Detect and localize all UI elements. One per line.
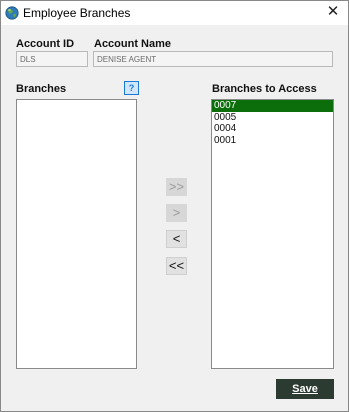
- title-bar: Employee Branches ✕: [1, 1, 348, 25]
- account-name-field[interactable]: DENISE AGENT: [93, 51, 333, 67]
- list-item[interactable]: 0005: [212, 112, 333, 124]
- move-all-left-button[interactable]: <<: [166, 257, 187, 275]
- branches-to-access-label: Branches to Access: [212, 83, 317, 95]
- close-button[interactable]: ✕: [324, 3, 342, 21]
- window-title: Employee Branches: [23, 6, 131, 20]
- branches-list[interactable]: [16, 99, 137, 369]
- help-icon[interactable]: ?: [124, 81, 139, 95]
- employee-branches-dialog: Employee Branches ✕ Account ID DLS Accou…: [0, 0, 349, 412]
- save-label: Save: [292, 383, 318, 395]
- list-item[interactable]: 0007: [212, 100, 333, 112]
- branches-label: Branches: [16, 83, 67, 95]
- move-all-right-button[interactable]: >>: [166, 178, 187, 196]
- save-button[interactable]: Save: [276, 379, 334, 399]
- globe-icon: [5, 6, 19, 20]
- list-item[interactable]: 0004: [212, 123, 333, 135]
- list-item[interactable]: 0001: [212, 135, 333, 147]
- account-id-label: Account ID: [16, 38, 75, 50]
- account-name-label: Account Name: [94, 38, 172, 50]
- account-id-field[interactable]: DLS: [16, 51, 88, 67]
- branches-to-access-list[interactable]: 0007 0005 0004 0001: [211, 99, 334, 369]
- move-left-button[interactable]: <: [166, 230, 187, 248]
- move-right-button[interactable]: >: [166, 204, 187, 222]
